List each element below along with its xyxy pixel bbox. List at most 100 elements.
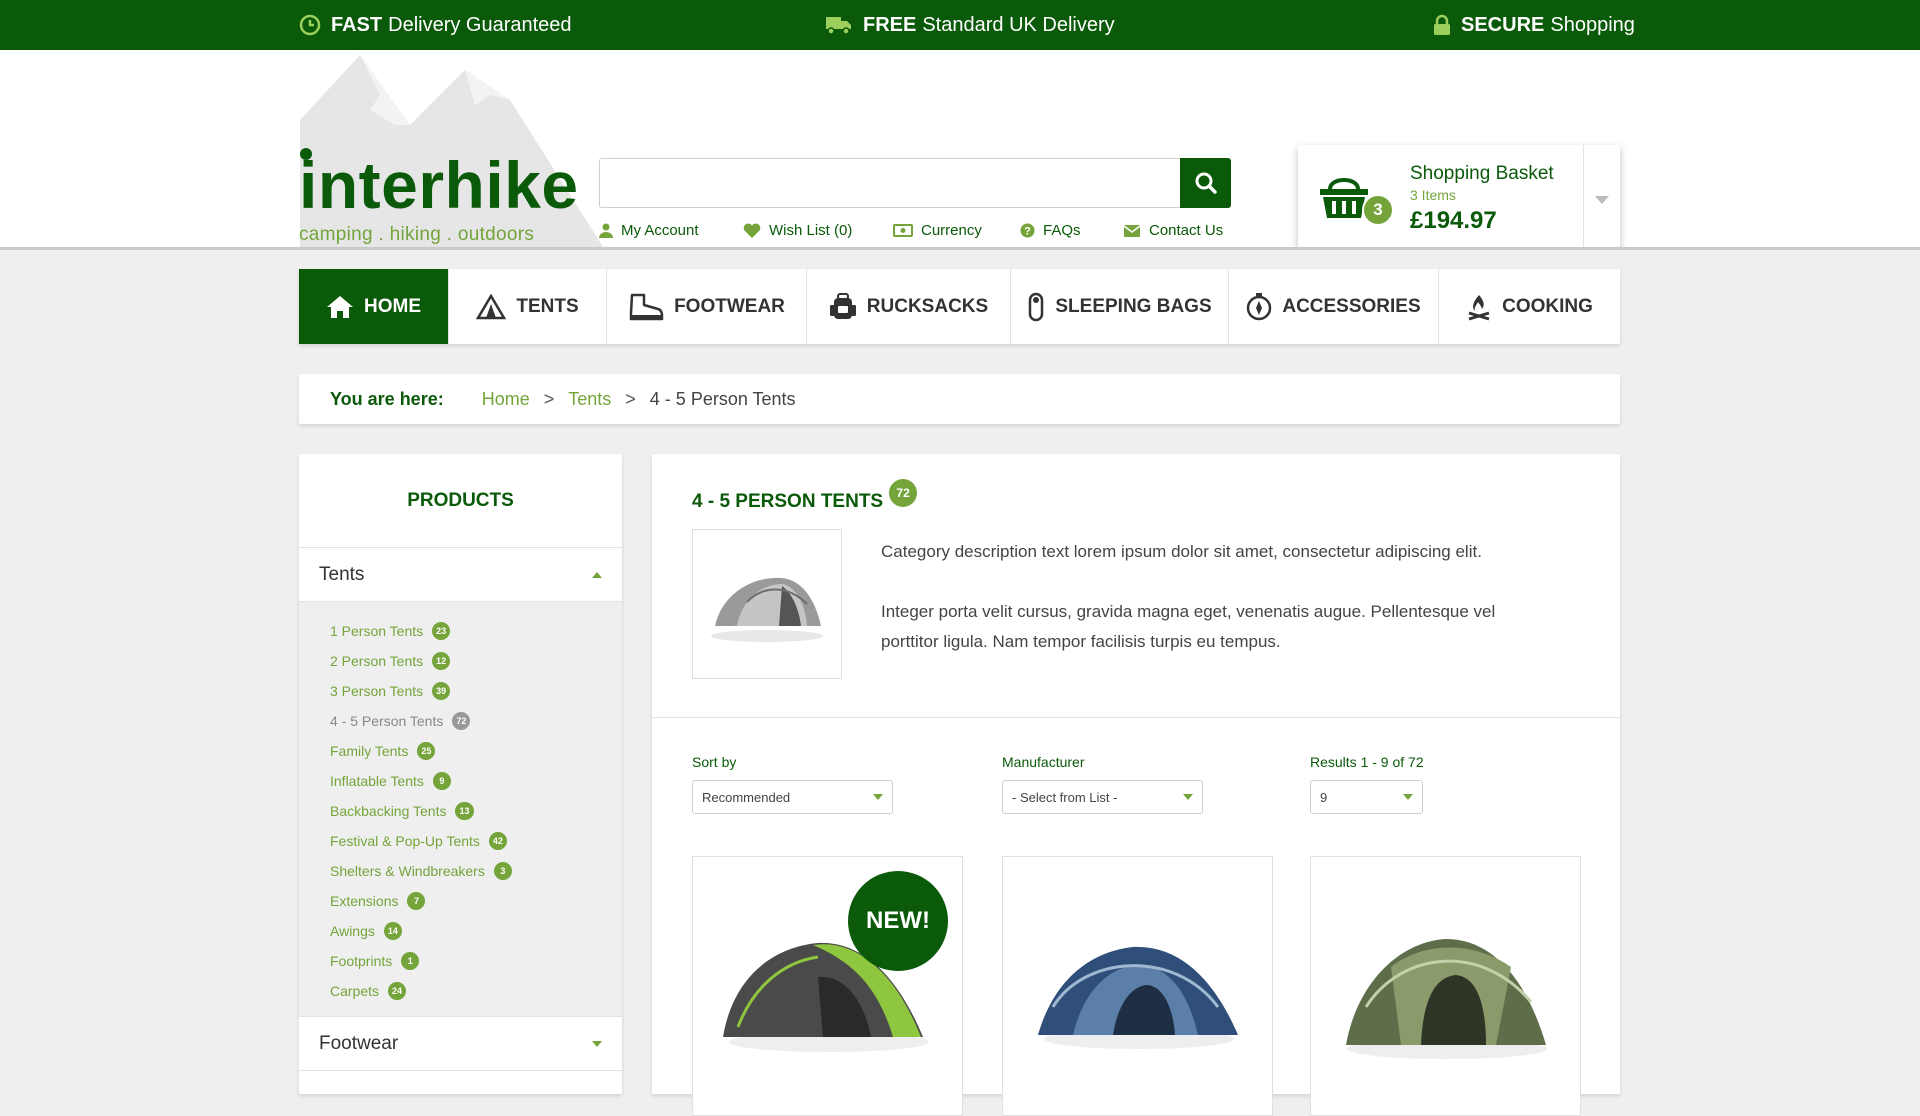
fast-delivery-text: Delivery Guaranteed (388, 13, 572, 36)
secure-shopping-text: Shopping (1550, 13, 1635, 36)
sidebar-item-3-person-tents[interactable]: 3 Person Tents 39 (299, 676, 622, 706)
sidebar-item-count: 14 (383, 922, 402, 940)
free-delivery-promo: FREE Standard UK Delivery (825, 0, 1115, 50)
nav-cooking[interactable]: COOKING (1439, 269, 1620, 344)
search-icon (1195, 172, 1217, 194)
sidebar-item-extensions[interactable]: Extensions 7 (299, 886, 622, 916)
sort-select[interactable]: Recommended (692, 780, 893, 814)
sidebar-item-1-person-tents[interactable]: 1 Person Tents 23 (299, 616, 622, 646)
nav-rucksacks-label: RUCKSACKS (866, 295, 989, 317)
nav-footwear-label: FOOTWEAR (674, 295, 785, 317)
sidebar-section-tents[interactable]: Tents (299, 548, 622, 602)
results-per-page-select[interactable]: 9 (1310, 780, 1423, 814)
basket-total: £194.97 (1410, 207, 1497, 234)
sidebar-item-label: Extensions (330, 893, 399, 909)
nav-rucksacks[interactable]: RUCKSACKS (807, 269, 1011, 344)
currency-link[interactable]: Currency (893, 222, 982, 239)
sidebar-item-inflatable-tents[interactable]: Inflatable Tents 9 (299, 766, 622, 796)
contact-us-link[interactable]: Contact Us (1123, 222, 1223, 239)
sidebar-item-count: 12 (432, 652, 451, 670)
manufacturer-value: - Select from List - (1012, 789, 1118, 805)
results-per-page-value: 9 (1320, 789, 1328, 805)
category-description-para-1: Category description text lorem ipsum do… (881, 542, 1482, 561)
dropdown-caret-icon (1183, 794, 1193, 800)
logo-tagline: camping . hiking . outdoors (299, 224, 535, 245)
category-description-para-2: Integer porta velit cursus, gravida magn… (881, 602, 1496, 651)
sidebar-item-festival-popup-tents[interactable]: Festival & Pop-Up Tents 42 (299, 826, 622, 856)
nav-footwear[interactable]: FOOTWEAR (607, 269, 807, 344)
free-delivery-text: Standard UK Delivery (922, 13, 1115, 36)
site-header: i nterhike camping . hiking . outdoors My… (0, 50, 1920, 250)
breadcrumb-tents-link[interactable]: Tents (568, 389, 611, 410)
my-account-link[interactable]: My Account (599, 222, 699, 239)
nav-sleeping-bags-label: SLEEPING BAGS (1055, 295, 1212, 317)
product-card[interactable] (1310, 856, 1581, 1116)
product-image (1346, 939, 1547, 1059)
product-image (1038, 946, 1238, 1049)
manufacturer-select[interactable]: - Select from List - (1002, 780, 1203, 814)
sidebar-item-count: 42 (488, 832, 507, 850)
nav-sleeping-bags[interactable]: SLEEPING BAGS (1011, 269, 1229, 344)
sidebar-item-label: Festival & Pop-Up Tents (330, 833, 480, 849)
results-filter: Results 1 - 9 of 72 9 (1310, 754, 1424, 814)
sidebar-item-count: 23 (432, 622, 451, 640)
sidebar-item-awings[interactable]: Awings 14 (299, 916, 622, 946)
sidebar-item-label: Carpets (330, 983, 380, 999)
chevron-up-icon (592, 571, 602, 578)
campfire-icon (1468, 294, 1490, 320)
logo-first-letter-wrap: i (299, 148, 318, 218)
main-navigation: HOME TENTS FOOTWEAR RUCKSACKS SLEEPING B… (299, 269, 1620, 344)
chevron-down-icon (592, 1040, 602, 1047)
top-promo-bar: FAST Delivery Guaranteed FREE Standard U… (0, 0, 1920, 50)
basket-summary[interactable]: 3 Shopping Basket 3 Items £194.97 (1298, 145, 1583, 247)
sidebar-item-4-5-person-tents[interactable]: 4 - 5 Person Tents 72 (299, 706, 622, 736)
sort-label: Sort by (692, 754, 737, 770)
site-logo[interactable]: i nterhike camping . hiking . outdoors (299, 148, 579, 246)
sidebar-item-footprints[interactable]: Footprints 1 (299, 946, 622, 976)
category-title: 4 - 5 PERSON TENTS (692, 491, 884, 512)
sidebar-item-carpets[interactable]: Carpets 24 (299, 976, 622, 1006)
sidebar-item-backbacking-tents[interactable]: Backbacking Tents 13 (299, 796, 622, 826)
breadcrumb-separator: > (625, 388, 636, 409)
logo-wordmark: i nterhike (299, 148, 579, 218)
new-badge: NEW! (848, 871, 948, 971)
sidebar-item-count: 25 (417, 742, 436, 760)
search-button[interactable] (1180, 158, 1231, 208)
search-bar (599, 158, 1231, 208)
currency-label: Currency (921, 222, 982, 239)
search-input[interactable] (599, 158, 1180, 208)
sidebar-item-shelters-windbreakers[interactable]: Shelters & Windbreakers 3 (299, 856, 622, 886)
nav-tents[interactable]: TENTS (449, 269, 607, 344)
wish-list-link[interactable]: Wish List (0) (743, 222, 852, 239)
sidebar-item-label: Family Tents (330, 743, 409, 759)
sort-value: Recommended (702, 789, 791, 805)
sidebar-item-family-tents[interactable]: Family Tents 25 (299, 736, 622, 766)
sidebar-section-footwear[interactable]: Footwear (299, 1017, 622, 1071)
nav-home-label: HOME (364, 295, 421, 317)
sidebar-section-footwear-label: Footwear (319, 1032, 399, 1054)
category-heading: 4 - 5 PERSON TENTS 72 (692, 479, 918, 513)
basket-dropdown-toggle[interactable] (1583, 145, 1620, 247)
secure-shopping-promo: SECURE Shopping (1433, 0, 1635, 50)
contact-us-label: Contact Us (1149, 222, 1224, 239)
sidebar-title: PRODUCTS (299, 454, 622, 548)
breadcrumb-home-link[interactable]: Home (482, 389, 530, 410)
nav-tents-label: TENTS (516, 295, 579, 317)
sidebar-tents-list: 1 Person Tents 23 2 Person Tents 12 3 Pers… (299, 602, 622, 1017)
nav-home[interactable]: HOME (299, 269, 449, 344)
product-card[interactable]: NEW! (692, 856, 963, 1116)
heart-icon (743, 223, 761, 238)
nav-accessories[interactable]: ACCESSORIES (1229, 269, 1439, 344)
faqs-link[interactable]: ? FAQs (1020, 222, 1081, 239)
product-card[interactable] (1002, 856, 1273, 1116)
sidebar-item-count: 24 (388, 982, 407, 1000)
secure-shopping-bold: SECURE (1461, 13, 1545, 36)
sidebar-item-label: 4 - 5 Person Tents (330, 713, 444, 729)
sidebar-item-label: Shelters & Windbreakers (330, 863, 485, 879)
sidebar-item-2-person-tents[interactable]: 2 Person Tents 12 (299, 646, 622, 676)
svg-text:?: ? (1024, 226, 1031, 238)
breadcrumb-label: You are here: (330, 388, 444, 409)
sidebar-item-count: 72 (452, 712, 471, 730)
sidebar-item-label: Awings (330, 923, 375, 939)
category-description: Category description text lorem ipsum do… (881, 537, 1531, 687)
